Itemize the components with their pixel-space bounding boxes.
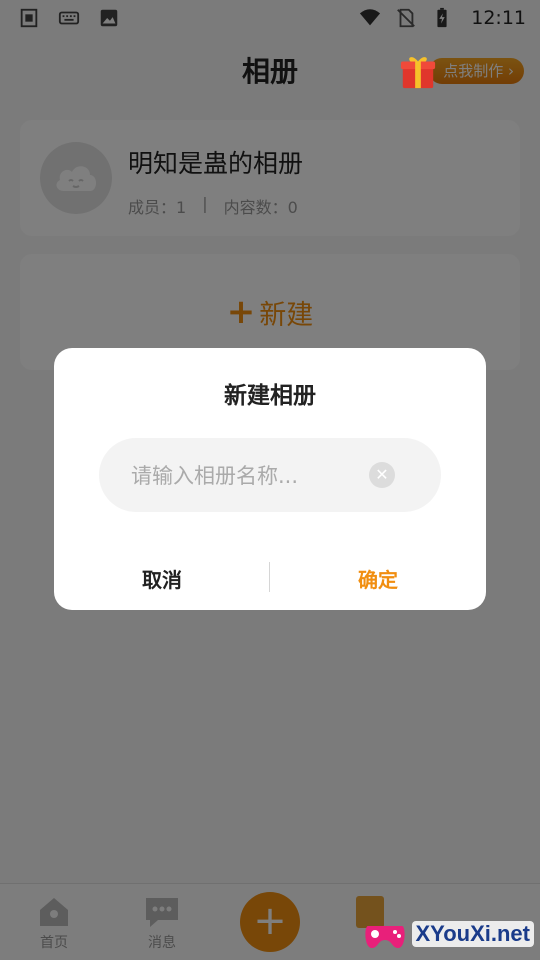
watermark: XYouXi.net (362, 914, 534, 954)
watermark-text: XYouXi.net (411, 921, 534, 947)
album-name-field: ✕ (99, 438, 441, 514)
dialog-title: 新建相册 (224, 383, 316, 409)
gift-icon (401, 57, 436, 89)
cancel-button[interactable]: 取消 (54, 564, 270, 593)
confirm-button[interactable]: 确定 (270, 564, 486, 593)
clear-icon[interactable]: ✕ (369, 462, 395, 488)
screen: 12:11 相册 点我制作 › 明知是蛊的相册 (0, 0, 540, 960)
gamepad-logo-icon (364, 926, 405, 948)
dialog-actions: 取消 确定 (54, 552, 486, 602)
new-album-dialog: 新建相册 ✕ 取消 确定 (54, 348, 486, 610)
album-name-input[interactable] (129, 438, 373, 514)
